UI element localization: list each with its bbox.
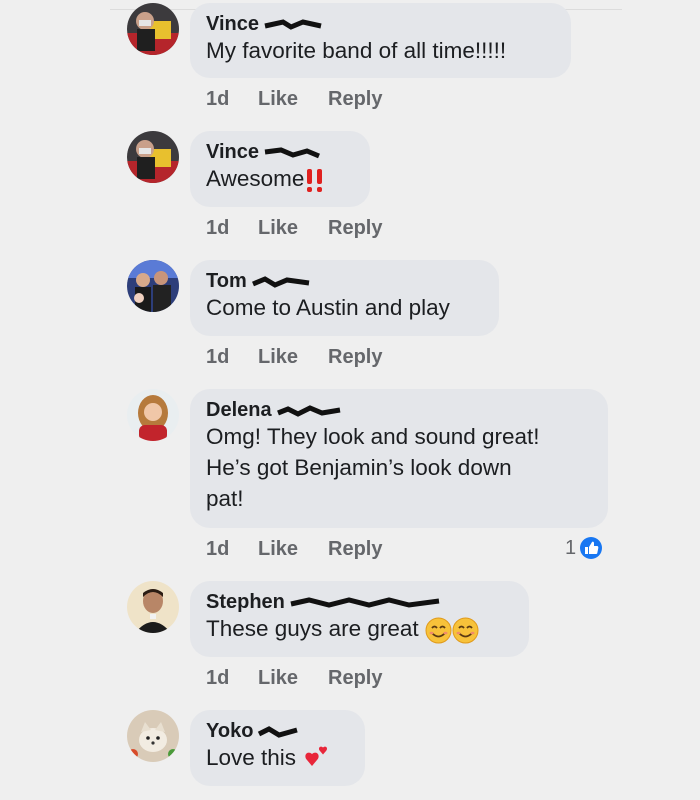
comment-text: Love this: [206, 742, 349, 774]
reply-link[interactable]: Reply: [328, 346, 382, 369]
commenter-name[interactable]: Yoko: [206, 720, 349, 742]
reply-link[interactable]: Reply: [328, 88, 382, 111]
comment-bubble: Tom Come to Austin and play: [190, 260, 499, 336]
comment-time[interactable]: 1d: [206, 217, 258, 240]
like-link[interactable]: Like: [258, 346, 328, 369]
redaction-scribble: [264, 19, 322, 30]
commenter-name[interactable]: Stephen: [206, 591, 513, 613]
comment-actions: 1d Like Reply: [206, 88, 382, 111]
avatar-vince[interactable]: [127, 3, 179, 55]
avatar-vince[interactable]: [127, 131, 179, 183]
comment-bubble: Stephen These guys are great: [190, 581, 529, 657]
like-link[interactable]: Like: [258, 538, 328, 561]
avatar-delena[interactable]: [127, 389, 179, 441]
redaction-scribble: [290, 597, 440, 608]
commenter-name[interactable]: Delena: [206, 399, 592, 421]
comment-actions: 1d Like Reply: [206, 346, 382, 369]
comment-bubble: Vince My favorite band of all time!!!!!: [190, 3, 571, 78]
comment-time[interactable]: 1d: [206, 538, 258, 561]
reaction-count: 1: [565, 536, 577, 559]
avatar-stephen[interactable]: [127, 581, 179, 633]
reply-link[interactable]: Reply: [328, 538, 382, 561]
comment-time[interactable]: 1d: [206, 667, 258, 690]
comment-text-line: Omg! They look and sound great!: [206, 424, 540, 449]
redaction-scribble: [258, 725, 299, 738]
like-link[interactable]: Like: [258, 217, 328, 240]
comment-bubble: Yoko Love this: [190, 710, 365, 786]
comment-text: My favorite band of all time!!!!!: [206, 38, 507, 63]
commenter-name[interactable]: Tom: [206, 270, 483, 292]
avatar-tom[interactable]: [127, 260, 179, 312]
commenter-name[interactable]: Vince: [206, 141, 354, 163]
like-link[interactable]: Like: [258, 88, 328, 111]
like-thumb-icon: [580, 537, 603, 559]
comment-time[interactable]: 1d: [206, 88, 258, 111]
comment-text: Awesome: [206, 163, 354, 194]
smiling-face-icon: [452, 617, 479, 644]
comment-actions: 1d Like Reply: [206, 217, 382, 240]
two-hearts-icon: [305, 746, 328, 767]
comment-bubble: Vince Awesome: [190, 131, 370, 207]
redaction-scribble: [264, 147, 320, 159]
comment-time[interactable]: 1d: [206, 346, 258, 369]
reply-link[interactable]: Reply: [328, 217, 382, 240]
comment-text-line: He’s got Benjamin’s look down: [206, 455, 512, 480]
redaction-scribble: [276, 404, 341, 417]
redaction-scribble: [251, 275, 310, 288]
smiling-face-icon: [425, 617, 452, 644]
commenter-name[interactable]: Vince: [206, 13, 555, 35]
comment-text: Come to Austin and play: [206, 295, 450, 320]
avatar-yoko[interactable]: [127, 710, 179, 762]
comment-actions: 1d Like Reply: [206, 667, 382, 690]
comment-text: These guys are great: [206, 613, 513, 644]
reply-link[interactable]: Reply: [328, 667, 382, 690]
comment-bubble: Delena Omg! They look and sound great! H…: [190, 389, 608, 528]
double-exclamation-icon: [307, 169, 323, 193]
comment-text-line: pat!: [206, 486, 244, 511]
comment-actions: 1d Like Reply: [206, 538, 382, 561]
like-link[interactable]: Like: [258, 667, 328, 690]
reaction-summary[interactable]: 1: [565, 536, 603, 560]
